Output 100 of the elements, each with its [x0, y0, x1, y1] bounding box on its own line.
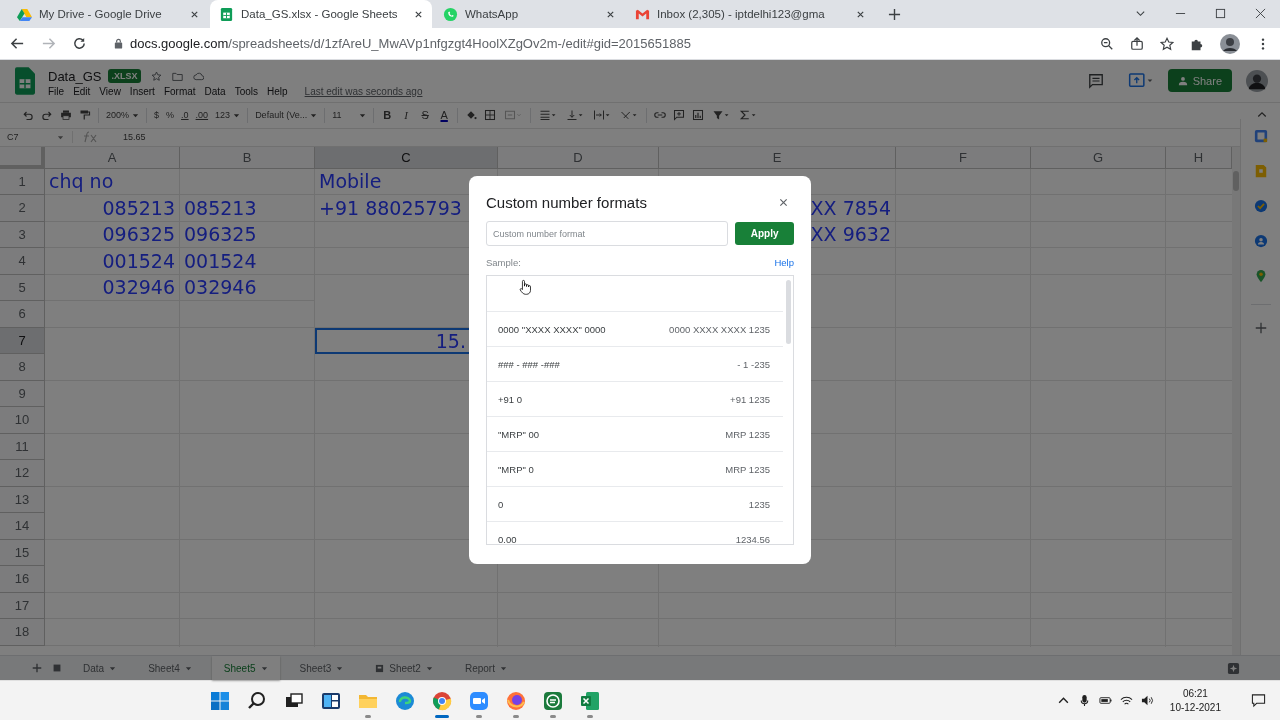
browser-tab[interactable]: Data_GS.xlsx - Google Sheets	[210, 0, 432, 28]
start-icon[interactable]	[209, 690, 230, 711]
table-cell[interactable]: 001524	[45, 248, 180, 275]
search-icon[interactable]	[246, 690, 267, 711]
menu-item[interactable]: Insert	[129, 85, 155, 97]
row-header[interactable]: 1	[0, 168, 45, 196]
column-header[interactable]: B	[180, 146, 315, 169]
column-header[interactable]: E	[659, 146, 896, 169]
menu-item[interactable]: Data	[204, 85, 226, 97]
browser-tab[interactable]: My Drive - Google Drive	[8, 0, 208, 28]
sheet-tab[interactable]: Sheet5	[211, 656, 280, 680]
format-pattern[interactable]: 0	[498, 498, 504, 510]
sheet-tab[interactable]: Sheet2	[363, 656, 445, 680]
input-field[interactable]: Custom number format	[486, 221, 729, 246]
sheet-tab[interactable]: Data	[71, 656, 129, 680]
cloud-icon[interactable]	[192, 70, 204, 82]
chrome-icon[interactable]	[431, 690, 452, 711]
sheet-tab[interactable]: Sheet3	[287, 656, 356, 680]
clock-time[interactable]: 06:21	[1182, 686, 1208, 701]
cell-reference[interactable]: C7	[7, 132, 57, 143]
menu-item[interactable]: Help	[267, 85, 288, 97]
notification-icon[interactable]	[1251, 693, 1266, 708]
format-pattern[interactable]: 0000 "XXXX XXXX" 0000	[498, 323, 606, 335]
table-cell[interactable]: 001524	[180, 248, 315, 275]
row-header[interactable]: 17	[0, 592, 45, 620]
column-header[interactable]: H	[1166, 146, 1232, 169]
format-pattern[interactable]: "MRP" 00	[498, 428, 540, 440]
row-header[interactable]: 8	[0, 354, 45, 381]
menu-item[interactable]: Edit	[73, 85, 91, 97]
fox-browser-icon[interactable]	[505, 690, 526, 711]
widgets-icon[interactable]	[320, 690, 341, 711]
sheet-tab[interactable]: Sheet4	[136, 656, 204, 680]
sheet-tab[interactable]: Report	[452, 656, 519, 680]
plus-icon[interactable]	[1253, 320, 1268, 335]
reload-icon[interactable]	[72, 36, 87, 51]
row-header[interactable]: 2	[0, 195, 45, 222]
caret-icon[interactable]	[57, 133, 64, 141]
close-icon[interactable]	[414, 9, 423, 19]
menu-item[interactable]: Tools	[234, 85, 259, 97]
browser-icon[interactable]	[394, 690, 415, 711]
help-link[interactable]: Help	[774, 257, 794, 268]
scrollbar-thumb[interactable]	[786, 280, 791, 344]
close-icon[interactable]	[779, 197, 788, 207]
close-icon[interactable]	[190, 9, 199, 19]
star-icon[interactable]	[1160, 36, 1174, 51]
browser-tab[interactable]: WhatsApp	[434, 0, 624, 28]
row-header[interactable]: 16	[0, 566, 45, 593]
avatar-icon[interactable]	[1220, 33, 1240, 54]
row-header[interactable]: 3	[0, 221, 45, 249]
calendar-icon[interactable]	[1253, 128, 1268, 143]
table-cell[interactable]: 096325	[45, 221, 180, 249]
text-color-button[interactable]: A	[438, 109, 451, 122]
column-header[interactable]: F	[896, 146, 1031, 169]
tasks-icon[interactable]	[1253, 198, 1268, 213]
wifi-icon[interactable]	[1119, 694, 1133, 707]
clock-date[interactable]: 10-12-2021	[1169, 700, 1221, 715]
undo-icon[interactable]	[22, 109, 34, 122]
close-icon[interactable]	[1255, 8, 1266, 19]
format-pattern[interactable]: +91 0	[498, 393, 523, 405]
paint-bucket-icon[interactable]	[465, 109, 478, 122]
row-header[interactable]: 11	[0, 433, 45, 461]
row-header[interactable]: 13	[0, 486, 45, 514]
document-title[interactable]: Data_GS	[48, 68, 102, 84]
url-text[interactable]: docs.google.com/spreadsheets/d/1zfAreU_MwAVp1nfgzgt4HoolXZgOv2m-/edit#gid=2015651885	[130, 36, 691, 51]
bold-button[interactable]: B	[381, 109, 394, 122]
row-header[interactable]: 10	[0, 407, 45, 434]
sheet-list-icon[interactable]	[51, 662, 63, 674]
row-header[interactable]: 12	[0, 460, 45, 487]
row-header[interactable]: 6	[0, 301, 45, 328]
format-pattern[interactable]: ### - ### -###	[498, 358, 560, 370]
explore-icon[interactable]	[1227, 661, 1240, 675]
menu-item[interactable]: Format	[163, 85, 196, 97]
font-size-dropdown[interactable]: 11	[332, 110, 367, 121]
table-cell[interactable]: 096325	[180, 221, 315, 249]
caret-icon[interactable]	[1135, 8, 1146, 19]
row-header[interactable]: 7	[0, 327, 45, 355]
table-cell[interactable]: chq no	[45, 168, 180, 196]
table-cell[interactable]: 032946	[180, 274, 315, 302]
format-pattern[interactable]: "MRP" 0	[498, 463, 534, 475]
currency-button[interactable]: $	[154, 110, 160, 121]
table-cell[interactable]: 085213	[45, 195, 180, 222]
format-pattern[interactable]: 0.00	[498, 533, 517, 544]
print-icon[interactable]	[60, 109, 72, 122]
strikethrough-button[interactable]: S	[419, 109, 432, 122]
formula-value[interactable]: 15.65	[123, 132, 146, 143]
volume-icon[interactable]	[1140, 694, 1154, 707]
row-header[interactable]: 5	[0, 274, 45, 302]
table-cell[interactable]: 085213	[180, 195, 315, 222]
row-header[interactable]: 18	[0, 619, 45, 646]
last-edit-link[interactable]: Last edit was seconds ago	[304, 85, 423, 97]
apply-button[interactable]: Apply	[735, 222, 794, 245]
zoom-dropdown[interactable]: 200%	[106, 110, 140, 121]
add-sheet-icon[interactable]	[31, 662, 43, 674]
number-format-dropdown[interactable]: 123	[215, 110, 241, 121]
scrollbar-thumb[interactable]	[1233, 170, 1239, 191]
close-icon[interactable]	[856, 9, 865, 19]
table-cell[interactable]: 032946	[45, 274, 180, 302]
contacts-icon[interactable]	[1253, 233, 1268, 248]
add-comment-icon[interactable]	[673, 109, 686, 122]
percent-button[interactable]: %	[166, 110, 175, 121]
